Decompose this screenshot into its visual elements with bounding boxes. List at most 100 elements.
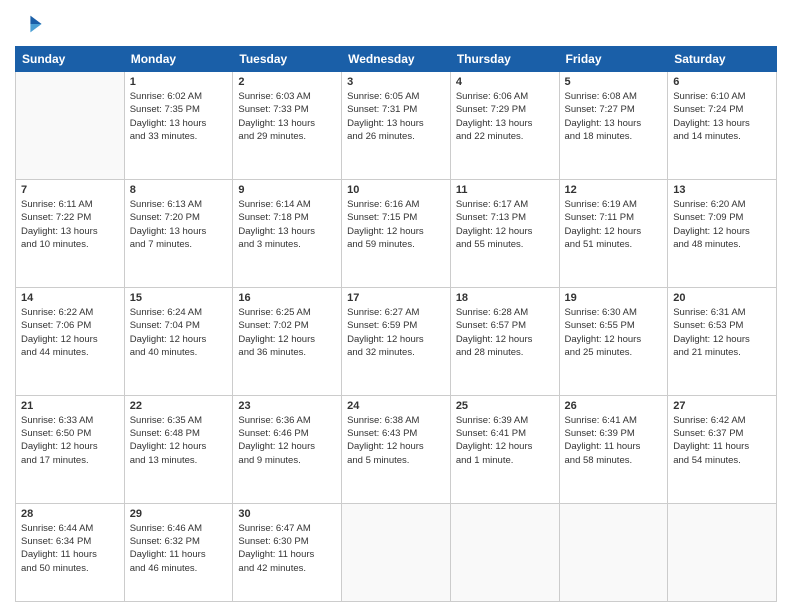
logo-icon (15, 10, 43, 38)
day-content: Sunrise: 6:24 AM Sunset: 7:04 PM Dayligh… (130, 306, 228, 359)
table-row: 18 Sunrise: 6:28 AM Sunset: 6:57 PM Dayli… (450, 287, 559, 395)
day-content: Sunrise: 6:25 AM Sunset: 7:02 PM Dayligh… (238, 306, 336, 359)
day-number: 4 (456, 76, 554, 88)
day-number: 16 (238, 292, 336, 304)
day-number: 26 (565, 400, 663, 412)
table-row: 7 Sunrise: 6:11 AM Sunset: 7:22 PM Daylig… (16, 179, 125, 287)
day-content: Sunrise: 6:16 AM Sunset: 7:15 PM Dayligh… (347, 198, 445, 251)
day-number: 20 (673, 292, 771, 304)
day-number: 27 (673, 400, 771, 412)
table-row (450, 503, 559, 601)
day-content: Sunrise: 6:42 AM Sunset: 6:37 PM Dayligh… (673, 414, 771, 467)
day-content: Sunrise: 6:08 AM Sunset: 7:27 PM Dayligh… (565, 90, 663, 143)
table-row (668, 503, 777, 601)
table-row: 10 Sunrise: 6:16 AM Sunset: 7:15 PM Dayli… (342, 179, 451, 287)
day-number: 13 (673, 184, 771, 196)
header-monday: Monday (124, 47, 233, 72)
calendar-week-row: 14Sunrise: 6:22 AM Sunset: 7:06 PM Dayli… (16, 287, 777, 395)
calendar-week-row: 21 Sunrise: 6:33 AM Sunset: 6:50 PM Dayli… (16, 395, 777, 503)
table-row: 29 Sunrise: 6:46 AM Sunset: 6:32 PM Dayli… (124, 503, 233, 601)
day-number: 17 (347, 292, 445, 304)
day-content: Sunrise: 6:35 AM Sunset: 6:48 PM Dayligh… (130, 414, 228, 467)
table-row: 23 Sunrise: 6:36 AM Sunset: 6:46 PM Dayli… (233, 395, 342, 503)
day-number: 19 (565, 292, 663, 304)
day-number: 5 (565, 76, 663, 88)
table-row: 12 Sunrise: 6:19 AM Sunset: 7:11 PM Dayli… (559, 179, 668, 287)
day-number: 22 (130, 400, 228, 412)
calendar-week-row: 28Sunrise: 6:44 AM Sunset: 6:34 PM Dayli… (16, 503, 777, 601)
day-content: Sunrise: 6:30 AM Sunset: 6:55 PM Dayligh… (565, 306, 663, 359)
table-row: 20Sunrise: 6:31 AM Sunset: 6:53 PM Dayli… (668, 287, 777, 395)
day-number: 23 (238, 400, 336, 412)
day-content: Sunrise: 6:46 AM Sunset: 6:32 PM Dayligh… (130, 522, 228, 575)
table-row: 5 Sunrise: 6:08 AM Sunset: 7:27 PM Daylig… (559, 72, 668, 180)
day-number: 8 (130, 184, 228, 196)
day-number: 18 (456, 292, 554, 304)
table-row: 17 Sunrise: 6:27 AM Sunset: 6:59 PM Dayli… (342, 287, 451, 395)
page: Sunday Monday Tuesday Wednesday Thursday… (0, 0, 792, 612)
day-number: 29 (130, 508, 228, 520)
table-row: 30 Sunrise: 6:47 AM Sunset: 6:30 PM Dayli… (233, 503, 342, 601)
table-row: 24 Sunrise: 6:38 AM Sunset: 6:43 PM Dayli… (342, 395, 451, 503)
day-number: 30 (238, 508, 336, 520)
day-number: 21 (21, 400, 119, 412)
table-row: 3 Sunrise: 6:05 AM Sunset: 7:31 PM Daylig… (342, 72, 451, 180)
day-content: Sunrise: 6:06 AM Sunset: 7:29 PM Dayligh… (456, 90, 554, 143)
table-row: 9Sunrise: 6:14 AM Sunset: 7:18 PM Daylig… (233, 179, 342, 287)
day-content: Sunrise: 6:11 AM Sunset: 7:22 PM Dayligh… (21, 198, 119, 251)
day-content: Sunrise: 6:27 AM Sunset: 6:59 PM Dayligh… (347, 306, 445, 359)
day-number: 12 (565, 184, 663, 196)
header-wednesday: Wednesday (342, 47, 451, 72)
day-number: 3 (347, 76, 445, 88)
header-thursday: Thursday (450, 47, 559, 72)
table-row: 16 Sunrise: 6:25 AM Sunset: 7:02 PM Dayli… (233, 287, 342, 395)
table-row: 15 Sunrise: 6:24 AM Sunset: 7:04 PM Dayli… (124, 287, 233, 395)
table-row: 14Sunrise: 6:22 AM Sunset: 7:06 PM Dayli… (16, 287, 125, 395)
day-content: Sunrise: 6:39 AM Sunset: 6:41 PM Dayligh… (456, 414, 554, 467)
day-number: 2 (238, 76, 336, 88)
day-number: 7 (21, 184, 119, 196)
day-content: Sunrise: 6:38 AM Sunset: 6:43 PM Dayligh… (347, 414, 445, 467)
day-content: Sunrise: 6:47 AM Sunset: 6:30 PM Dayligh… (238, 522, 336, 575)
day-number: 10 (347, 184, 445, 196)
header-saturday: Saturday (668, 47, 777, 72)
header-tuesday: Tuesday (233, 47, 342, 72)
table-row: 2 Sunrise: 6:03 AM Sunset: 7:33 PM Daylig… (233, 72, 342, 180)
day-content: Sunrise: 6:03 AM Sunset: 7:33 PM Dayligh… (238, 90, 336, 143)
table-row: 22 Sunrise: 6:35 AM Sunset: 6:48 PM Dayli… (124, 395, 233, 503)
table-row: 25 Sunrise: 6:39 AM Sunset: 6:41 PM Dayli… (450, 395, 559, 503)
day-number: 1 (130, 76, 228, 88)
header (15, 10, 777, 38)
day-content: Sunrise: 6:36 AM Sunset: 6:46 PM Dayligh… (238, 414, 336, 467)
table-row (16, 72, 125, 180)
day-content: Sunrise: 6:17 AM Sunset: 7:13 PM Dayligh… (456, 198, 554, 251)
table-row: 27 Sunrise: 6:42 AM Sunset: 6:37 PM Dayli… (668, 395, 777, 503)
day-number: 15 (130, 292, 228, 304)
day-content: Sunrise: 6:22 AM Sunset: 7:06 PM Dayligh… (21, 306, 119, 359)
day-number: 25 (456, 400, 554, 412)
table-row: 13 Sunrise: 6:20 AM Sunset: 7:09 PM Dayli… (668, 179, 777, 287)
calendar-week-row: 7 Sunrise: 6:11 AM Sunset: 7:22 PM Daylig… (16, 179, 777, 287)
table-row: 1 Sunrise: 6:02 AM Sunset: 7:35 PM Daylig… (124, 72, 233, 180)
day-content: Sunrise: 6:41 AM Sunset: 6:39 PM Dayligh… (565, 414, 663, 467)
table-row: 11 Sunrise: 6:17 AM Sunset: 7:13 PM Dayli… (450, 179, 559, 287)
table-row (342, 503, 451, 601)
day-content: Sunrise: 6:02 AM Sunset: 7:35 PM Dayligh… (130, 90, 228, 143)
day-content: Sunrise: 6:05 AM Sunset: 7:31 PM Dayligh… (347, 90, 445, 143)
table-row: 6Sunrise: 6:10 AM Sunset: 7:24 PM Daylig… (668, 72, 777, 180)
table-row (559, 503, 668, 601)
day-number: 28 (21, 508, 119, 520)
day-content: Sunrise: 6:20 AM Sunset: 7:09 PM Dayligh… (673, 198, 771, 251)
table-row: 19 Sunrise: 6:30 AM Sunset: 6:55 PM Dayli… (559, 287, 668, 395)
day-content: Sunrise: 6:14 AM Sunset: 7:18 PM Dayligh… (238, 198, 336, 251)
day-content: Sunrise: 6:28 AM Sunset: 6:57 PM Dayligh… (456, 306, 554, 359)
day-content: Sunrise: 6:10 AM Sunset: 7:24 PM Dayligh… (673, 90, 771, 143)
table-row: 8Sunrise: 6:13 AM Sunset: 7:20 PM Daylig… (124, 179, 233, 287)
calendar-table: Sunday Monday Tuesday Wednesday Thursday… (15, 46, 777, 602)
header-friday: Friday (559, 47, 668, 72)
day-content: Sunrise: 6:19 AM Sunset: 7:11 PM Dayligh… (565, 198, 663, 251)
day-number: 11 (456, 184, 554, 196)
day-number: 24 (347, 400, 445, 412)
table-row: 4 Sunrise: 6:06 AM Sunset: 7:29 PM Daylig… (450, 72, 559, 180)
day-content: Sunrise: 6:33 AM Sunset: 6:50 PM Dayligh… (21, 414, 119, 467)
